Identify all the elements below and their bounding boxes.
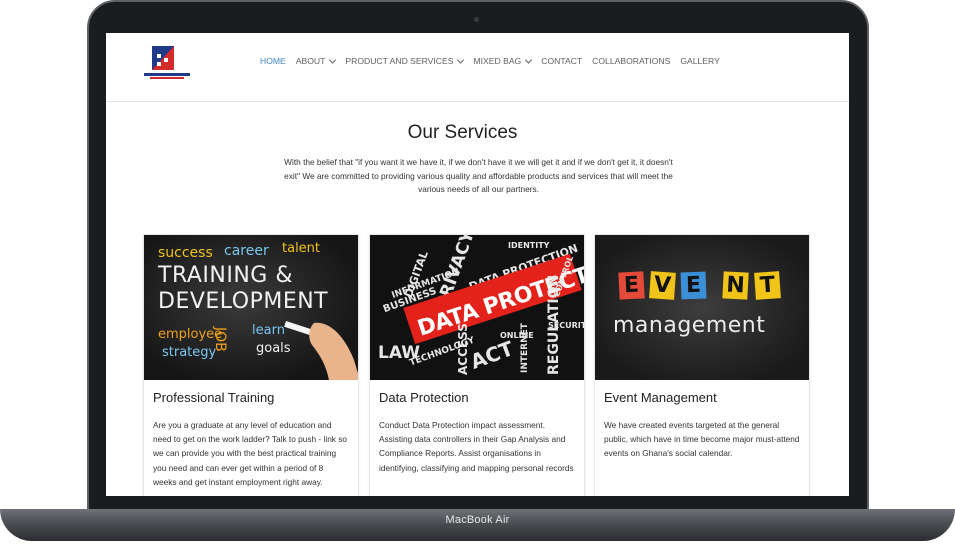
site-header: HOME ABOUT PRODUCT AND SERVICES MIXED BA… [106,33,849,102]
word-cloud-word: ONLINE [500,331,534,340]
camera-icon [474,17,479,22]
nav-home[interactable]: HOME [260,56,286,66]
nav-gallery[interactable]: GALLERY [680,56,720,66]
sticky-note-letter: T [754,271,781,300]
nav-about-label: ABOUT [295,56,326,66]
sticky-note-letter: E [618,271,645,300]
chalk-word: DEVELOPMENT [158,289,329,314]
sticky-note-letter: E [680,271,707,300]
browser-screen: HOME ABOUT PRODUCT AND SERVICES MIXED BA… [106,33,849,496]
service-card-data-protection[interactable]: PRIVACY DIGITAL BUSINESS INFORMATION IDE… [369,234,585,496]
chevron-down-icon [525,56,533,64]
nav-mixed-bag-label: MIXED BAG [473,56,522,66]
chevron-down-icon [329,56,337,64]
page-title: Our Services [407,122,518,143]
word-cloud-word: SECURITY [548,321,584,330]
chalk-word: strategy [162,345,217,360]
nav-products-label: PRODUCT AND SERVICES [345,56,454,66]
nav-gallery-label: GALLERY [680,56,720,66]
card-text: Conduct Data Protection impact assessmen… [379,420,574,473]
card-title: Event Management [604,390,717,405]
nav-collaborations[interactable]: COLLABORATIONS [592,56,670,66]
card-title: Professional Training [153,390,275,405]
service-card-event-management[interactable]: E V E N T management Event Management We… [594,234,810,496]
main-nav: HOME ABOUT PRODUCT AND SERVICES MIXED BA… [260,56,730,66]
data-protection-image: PRIVACY DIGITAL BUSINESS INFORMATION IDE… [370,235,584,380]
word-cloud-word: ACCESS [456,323,470,375]
card-text: We have created events targeted at the g… [604,420,800,459]
screen-bezel [106,496,849,510]
site-logo[interactable] [140,44,194,82]
service-card-training[interactable]: success career talent TRAINING & DEVELOP… [143,234,359,496]
chalk-word: talent [282,241,321,256]
nav-collaborations-label: COLLABORATIONS [592,56,671,66]
chalk-word: TRAINING & [158,263,293,288]
nav-product-and-services[interactable]: PRODUCT AND SERVICES [345,56,465,66]
training-image: success career talent TRAINING & DEVELOP… [144,235,358,380]
nav-home-label: HOME [260,56,286,66]
nav-contact-label: CONTACT [541,56,583,66]
nav-mixed-bag[interactable]: MIXED BAG [473,56,533,66]
chalk-word: career [224,243,269,259]
card-text: Are you a graduate at any level of educa… [153,420,348,487]
nav-contact[interactable]: CONTACT [541,56,582,66]
card-title: Data Protection [379,390,469,405]
sticky-note-letter: N [722,271,749,300]
word-cloud-word: IDENTITY [508,241,550,250]
hand-with-chalk-icon [284,321,358,380]
event-management-image: E V E N T management [595,235,809,380]
image-caption: management [613,313,766,338]
nav-about[interactable]: ABOUT [295,56,337,66]
chalk-word: success [158,245,213,261]
intro-text: With the belief that "if you want it we … [284,157,673,194]
sticky-note-letter: V [649,271,676,300]
chevron-down-icon [457,56,465,64]
device-brand-label: MacBook Air [445,514,510,526]
